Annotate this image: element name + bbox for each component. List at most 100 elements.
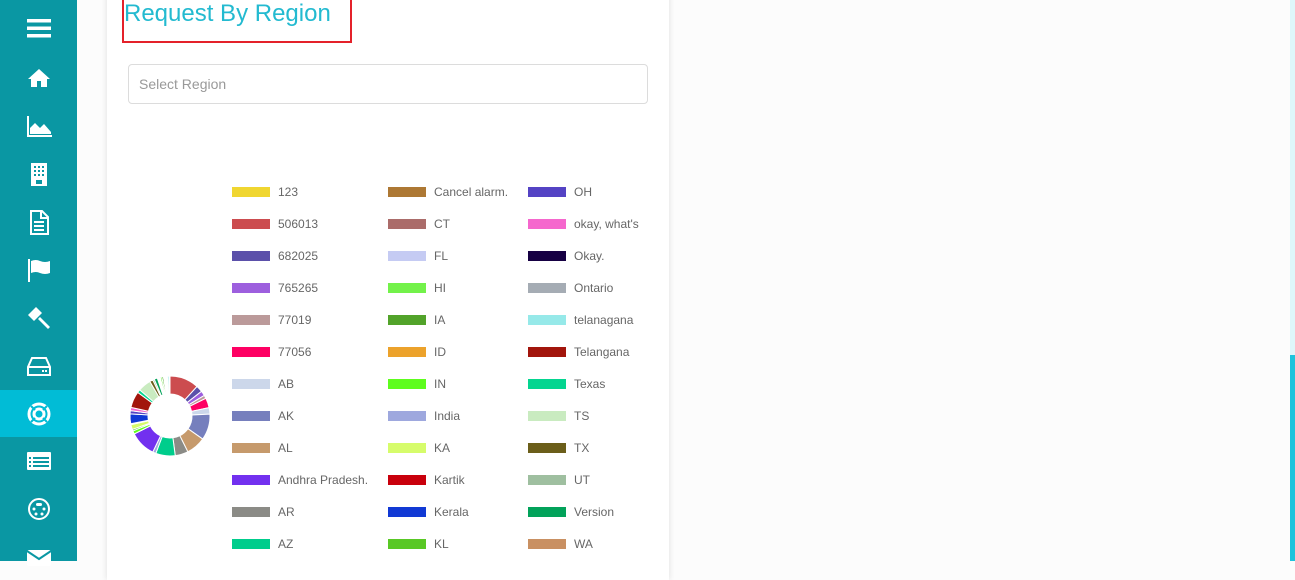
legend-item[interactable]: okay, what's (528, 216, 639, 232)
sidebar-item-analytics[interactable] (0, 102, 77, 149)
menu-button[interactable] (0, 4, 77, 51)
sidebar-item-buildings[interactable] (0, 150, 77, 197)
legend-item[interactable]: Kerala (388, 504, 469, 520)
legend-swatch (528, 187, 566, 197)
legend-item[interactable]: IA (388, 312, 445, 328)
sidebar-item-list[interactable] (0, 437, 77, 484)
legend-item[interactable]: TX (528, 440, 589, 456)
legend-item[interactable]: AR (232, 504, 295, 520)
legend-swatch (232, 187, 270, 197)
legend-swatch (528, 283, 566, 293)
legend-label: okay, what's (574, 217, 639, 231)
legend-item[interactable]: KL (388, 536, 449, 552)
donut-chart (129, 375, 211, 457)
connector-icon (27, 497, 50, 520)
legend-item[interactable]: 682025 (232, 248, 318, 264)
life-ring-icon (27, 402, 50, 425)
legend-item[interactable]: TS (528, 408, 589, 424)
legend-swatch (232, 539, 270, 549)
document-icon (29, 209, 49, 235)
legend-label: WA (574, 537, 593, 551)
legend-swatch (528, 539, 566, 549)
highlight-box (122, 0, 352, 43)
legend-item[interactable]: Telangana (528, 344, 629, 360)
legend-item[interactable]: Kartik (388, 472, 465, 488)
legend-label: AZ (278, 537, 294, 551)
legend-label: India (434, 409, 461, 423)
sidebar-item-home[interactable] (0, 54, 77, 101)
legend-item[interactable]: 123 (232, 184, 298, 200)
legend-item[interactable]: Cancel alarm. (388, 184, 508, 200)
legend-swatch (528, 251, 566, 261)
legend-item[interactable]: KA (388, 440, 450, 456)
legend-label: AR (278, 505, 295, 519)
legend-item[interactable]: FL (388, 248, 448, 264)
menu-icon (26, 18, 51, 37)
legend-label: Version (574, 505, 615, 519)
sidebar-item-connections[interactable] (0, 485, 77, 532)
legend-label: Kerala (434, 505, 469, 519)
legend-swatch (232, 507, 270, 517)
legend-swatch (232, 411, 270, 421)
legend-item[interactable]: 77056 (232, 344, 311, 360)
legend-label: Texas (574, 377, 606, 391)
legend-label: Cancel alarm. (434, 185, 509, 199)
scrollbar-thumb[interactable] (1290, 355, 1295, 561)
legend-label: Telangana (574, 345, 630, 359)
legend-item[interactable]: India (388, 408, 460, 424)
donut-slice-wa[interactable] (168, 375, 171, 395)
legend-label: OH (574, 185, 592, 199)
legend-item[interactable]: Ontario (528, 280, 613, 296)
legend-label: IN (434, 377, 446, 391)
legend-item[interactable]: WA (528, 536, 593, 552)
sidebar-item-flags[interactable] (0, 246, 77, 293)
legend-label: AB (278, 377, 295, 391)
legend-item[interactable]: AK (232, 408, 294, 424)
legend-swatch (388, 251, 426, 261)
legend-item[interactable]: AB (232, 376, 294, 392)
legend-swatch (388, 443, 426, 453)
legend-swatch (232, 251, 270, 261)
legend-item[interactable]: AZ (232, 536, 293, 552)
flag-icon (27, 258, 50, 282)
legend-item[interactable]: HI (388, 280, 446, 296)
region-select[interactable]: Select Region (128, 64, 648, 104)
legend-swatch (388, 507, 426, 517)
legend-item[interactable]: Texas (528, 376, 605, 392)
legend-swatch (528, 347, 566, 357)
area-chart-icon (26, 115, 52, 137)
legend-item[interactable]: Okay. (528, 248, 604, 264)
legend-item[interactable]: IN (388, 376, 446, 392)
legend-item[interactable]: 765265 (232, 280, 318, 296)
legend-item[interactable]: OH (528, 184, 592, 200)
legend-item[interactable]: 77019 (232, 312, 311, 328)
legend-item[interactable]: CT (388, 216, 450, 232)
legend-label: TS (574, 409, 590, 423)
sidebar-item-documents[interactable] (0, 198, 77, 245)
legend-item[interactable]: UT (528, 472, 590, 488)
legend-label: 682025 (278, 249, 319, 263)
sidebar-item-legal[interactable] (0, 294, 77, 341)
legend-swatch (388, 219, 426, 229)
legend-item[interactable]: AL (232, 440, 293, 456)
legend-item[interactable]: 506013 (232, 216, 318, 232)
legend-swatch (528, 475, 566, 485)
legend-swatch (388, 475, 426, 485)
sidebar-item-support[interactable] (0, 390, 77, 437)
legend-swatch (232, 443, 270, 453)
home-icon (27, 68, 50, 87)
legend-label: TX (574, 441, 590, 455)
legend-item[interactable]: telanagana (528, 312, 633, 328)
legend-item[interactable]: Andhra Pradesh. (232, 472, 368, 488)
legend-swatch (388, 283, 426, 293)
legend-label: Andhra Pradesh. (278, 473, 369, 487)
legend-swatch (232, 315, 270, 325)
legend-label: ID (434, 345, 446, 359)
legend-label: 123 (278, 185, 299, 199)
legend-item[interactable]: Version (528, 504, 614, 520)
legend-swatch (388, 347, 426, 357)
legend-swatch (232, 347, 270, 357)
sidebar-item-messages[interactable] (0, 533, 77, 580)
sidebar-item-storage[interactable] (0, 342, 77, 389)
legend-item[interactable]: ID (388, 344, 446, 360)
